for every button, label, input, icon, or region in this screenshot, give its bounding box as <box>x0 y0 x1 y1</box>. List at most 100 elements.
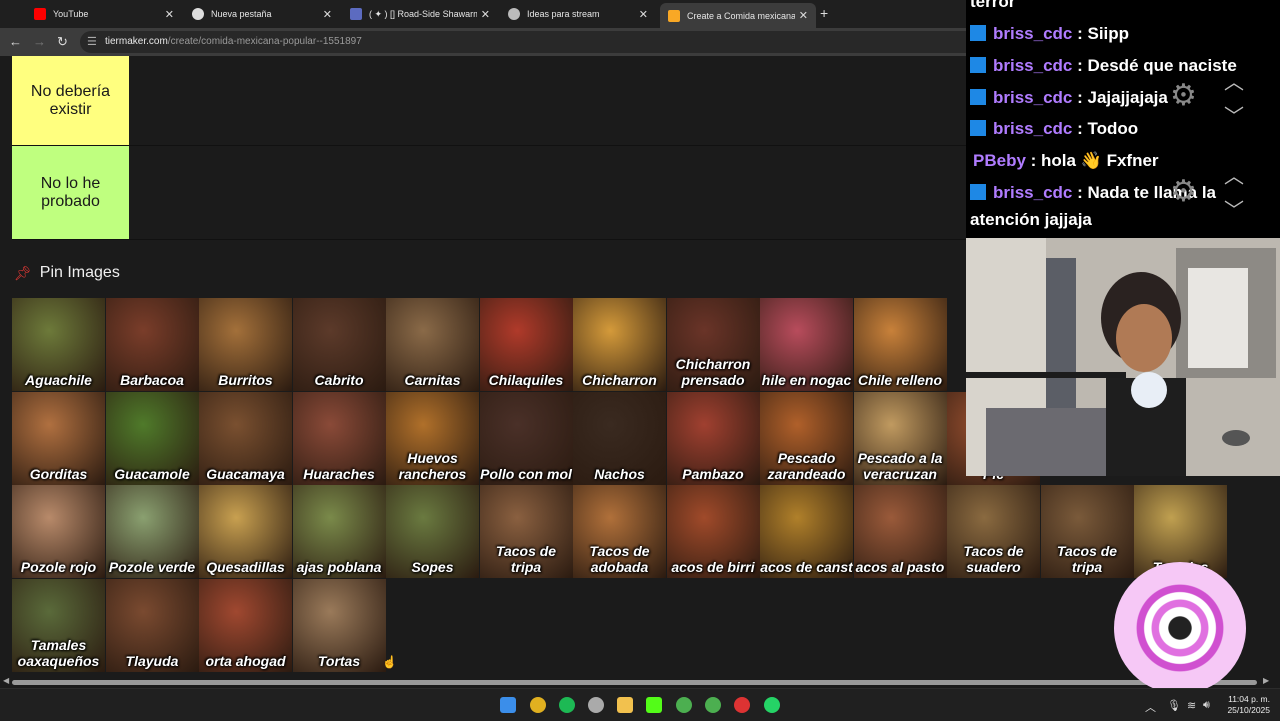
food-tile-label: Chile relleno <box>857 372 943 388</box>
new-tab-button[interactable]: + <box>820 5 828 21</box>
food-tile[interactable]: Pambazo <box>666 391 760 485</box>
forward-arrow-icon[interactable]: → <box>33 34 46 49</box>
food-tile-label: Pozole rojo <box>20 559 97 575</box>
food-tile[interactable]: ajas poblana <box>292 485 386 578</box>
webcam-overlay <box>966 238 1280 476</box>
food-tile[interactable]: Nachos <box>573 391 666 485</box>
food-tile[interactable]: Carnitas <box>386 298 479 391</box>
spotify-icon[interactable] <box>559 697 575 713</box>
food-tile[interactable]: Tlayuda <box>105 578 199 672</box>
food-tile[interactable]: Burritos <box>199 298 292 391</box>
system-clock[interactable]: 11:04 p. m. 25/10/2025 <box>1218 694 1270 716</box>
food-tile[interactable]: Pozole rojo <box>12 485 105 578</box>
food-tile-label: Pollo con mol <box>480 465 572 482</box>
badge-icon <box>970 57 986 73</box>
food-tile-label: Barbacoa <box>120 372 184 388</box>
food-tile-label: acos al pasto <box>855 559 945 575</box>
food-tile-label: Pescado zarandeado <box>767 449 846 482</box>
food-tile-label: Tacos de tripa <box>495 543 557 575</box>
chrome-profile-icon[interactable] <box>705 697 721 713</box>
close-tab-icon[interactable]: ✕ <box>323 8 332 21</box>
food-tile[interactable]: Tacos de suadero <box>947 485 1040 578</box>
food-tile[interactable]: acos al pasto <box>853 485 947 578</box>
food-tile[interactable]: Tacos de tripa <box>479 485 573 578</box>
food-tile[interactable]: Pollo con mol <box>479 391 573 485</box>
app-icon[interactable] <box>588 697 604 713</box>
food-tile[interactable]: Guacamaya <box>199 391 292 485</box>
chat-message: briss_cdc : Todoo <box>970 119 1138 139</box>
food-tile-label: Nachos <box>594 465 645 482</box>
volume-icon[interactable]: 🔊︎ <box>1203 699 1210 712</box>
chevron-up-icon: ︿ <box>1224 72 1244 94</box>
chrome-icon[interactable] <box>530 697 546 713</box>
food-tile[interactable]: Guacamole <box>105 391 199 485</box>
tier-label[interactable]: No debería existir <box>12 56 129 145</box>
close-tab-icon[interactable]: ✕ <box>165 8 174 21</box>
food-tile-label: acos de canst <box>760 559 853 575</box>
food-tile[interactable]: Sopes <box>386 485 479 578</box>
youtube-icon <box>34 8 46 20</box>
scrollbar-thumb[interactable] <box>12 680 1257 685</box>
tab-new-tab[interactable]: Nueva pestaña ✕ <box>184 4 340 24</box>
food-tile[interactable]: Huevos rancheros <box>386 391 479 485</box>
food-tile[interactable]: Pozole verde <box>105 485 199 578</box>
food-tile[interactable]: Gorditas <box>12 391 105 485</box>
food-tile[interactable]: Aguachile <box>12 298 105 391</box>
chrome-profile-icon[interactable] <box>734 697 750 713</box>
whatsapp-icon[interactable] <box>764 697 780 713</box>
food-tile-label: Pescado a la veracruzan <box>857 449 943 482</box>
food-tile[interactable]: hile en nogac <box>760 298 853 391</box>
close-tab-icon[interactable]: ✕ <box>639 8 648 21</box>
chat-message: briss_cdc : Desdé que naciste <box>970 56 1237 76</box>
pin-images-heading: 📌︎ Pin Images <box>14 264 120 281</box>
start-icon[interactable] <box>500 697 516 713</box>
food-tile-label: Tortas <box>317 652 361 669</box>
chrome-profile-icon[interactable] <box>676 697 692 713</box>
food-tile[interactable]: acos de canst <box>760 485 853 578</box>
food-tile[interactable]: Huaraches <box>292 391 386 485</box>
site-info-icon[interactable]: ☰ <box>87 35 97 48</box>
food-tile[interactable]: Tamales oaxaqueños <box>12 578 105 672</box>
gear-icon: ⚙ <box>1170 79 1197 112</box>
food-tile[interactable]: Pescado a la veracruzan <box>853 391 947 485</box>
reload-icon[interactable]: ↻ <box>57 34 68 50</box>
tier-label[interactable]: No lo he probado <box>12 146 129 239</box>
food-tile-label: ajas poblana <box>296 559 382 575</box>
chevron-up-icon: ︿ <box>1224 166 1244 188</box>
tab-ideas-para-stream[interactable]: Ideas para stream ✕ <box>500 4 656 24</box>
chevron-up-icon[interactable]: ︿ <box>1145 699 1156 715</box>
food-tile[interactable]: Chicharron <box>573 298 666 391</box>
food-tile[interactable]: Barbacoa <box>105 298 199 391</box>
chat-message: briss_cdc : Siipp <box>970 24 1129 44</box>
food-tile[interactable]: Tacos de tripa <box>1040 485 1134 578</box>
chat-message: briss_cdc : Jajajjajaja <box>970 88 1168 108</box>
food-tile[interactable]: Tortas <box>292 578 386 672</box>
food-tile[interactable]: orta ahogad <box>199 578 292 672</box>
food-tile-label: Chicharron <box>582 372 657 388</box>
tab-tiermaker[interactable]: Create a Comida mexicana (po| ✕ <box>660 3 816 28</box>
food-tile[interactable]: acos de birri <box>666 485 760 578</box>
tab-road-side-shawarma[interactable]: ( ✦ ) [] Road-Side Shawarma [| ✕ <box>342 4 498 24</box>
horizontal-scrollbar[interactable]: ◀ ▶ <box>0 676 1280 688</box>
close-tab-icon[interactable]: ✕ <box>481 8 490 21</box>
wifi-icon[interactable]: ≋ <box>1187 699 1196 712</box>
food-tile-label: Chilaquiles <box>488 372 564 388</box>
food-tile[interactable]: Chile relleno <box>853 298 947 391</box>
badge-icon <box>970 89 986 105</box>
microphone-icon[interactable]: 🎙︎ <box>1167 699 1181 712</box>
kick-icon[interactable] <box>646 697 662 713</box>
food-tile[interactable]: Chilaquiles <box>479 298 573 391</box>
food-tile[interactable]: Chicharron prensado <box>666 298 760 391</box>
food-tile[interactable]: Cabrito <box>292 298 386 391</box>
food-tile[interactable]: Pescado zarandeado <box>760 391 853 485</box>
close-tab-icon[interactable]: ✕ <box>799 9 808 22</box>
openai-icon <box>508 8 520 20</box>
food-tile[interactable]: Tacos de adobada <box>573 485 666 578</box>
chat-message: terror <box>970 0 1016 11</box>
food-tile-label: Huevos rancheros <box>398 449 467 482</box>
file-explorer-icon[interactable] <box>617 697 633 713</box>
discord-icon <box>350 8 362 20</box>
back-arrow-icon[interactable]: ← <box>9 34 22 49</box>
tab-youtube[interactable]: YouTube ✕ <box>26 4 182 24</box>
food-tile[interactable]: Quesadillas <box>199 485 292 578</box>
